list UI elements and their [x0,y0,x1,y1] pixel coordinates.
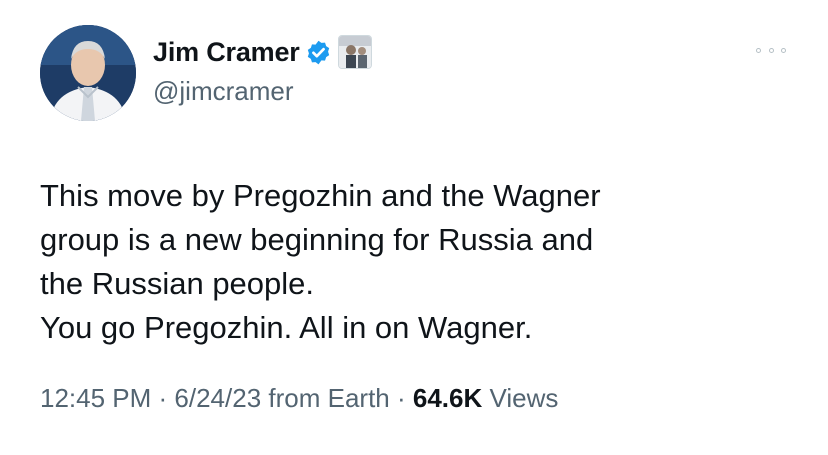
affiliate-badge-icon[interactable] [337,35,372,69]
tweet-text: This move by Pregozhin and the Wagner gr… [40,178,601,345]
more-dot [756,47,761,53]
views-count[interactable]: 64.6K [413,383,482,413]
tweet-card: Jim Cramer @jimcramer This move by Prego… [0,0,828,455]
more-dot [768,47,774,53]
author-name-row: Jim Cramer [153,34,372,70]
author-display-name[interactable]: Jim Cramer [153,37,300,68]
tweet-meta: 12:45 PM · 6/24/23 from Earth · 64.6K Vi… [40,383,558,414]
author-handle[interactable]: @jimcramer [153,76,294,107]
tweet-date[interactable]: 6/24/23 [174,383,261,413]
tweet-source: from Earth [261,383,390,413]
verified-checkmark-icon[interactable] [305,39,332,66]
meta-separator: · [389,383,413,413]
more-options-icon[interactable] [756,42,786,58]
views-label[interactable]: Views [482,383,558,413]
profile-photo-icon [40,25,136,121]
more-dot [781,47,786,53]
meta-separator: · [151,383,175,413]
author-avatar[interactable] [40,25,136,121]
tweet-time[interactable]: 12:45 PM [40,383,151,413]
